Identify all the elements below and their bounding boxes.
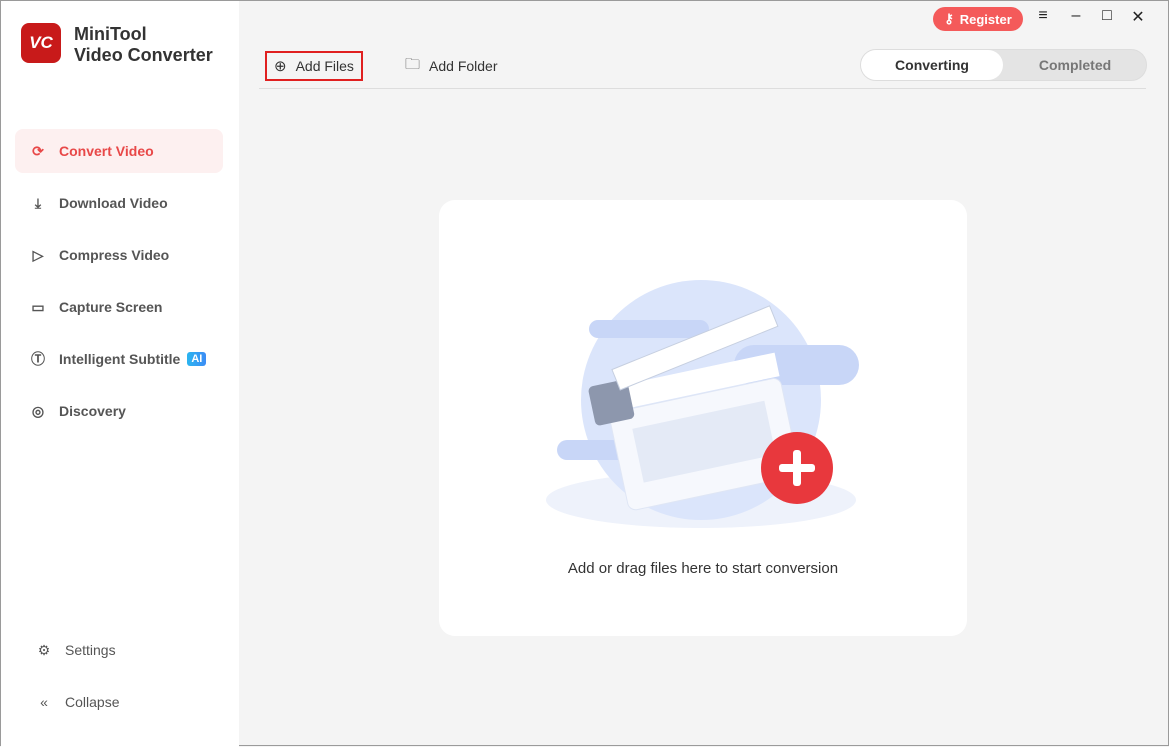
- app-name-line2: Video Converter: [74, 45, 213, 65]
- menu-icon[interactable]: ≡: [1033, 7, 1053, 25]
- plus-circle-icon: ⊕: [274, 58, 287, 75]
- register-button[interactable]: ⚷ Register: [933, 7, 1023, 31]
- sidebar-item-label: Compress Video: [59, 247, 170, 263]
- sidebar-item-download-video[interactable]: ⤓ Download Video: [15, 181, 223, 225]
- subtitle-icon: Ⓣ: [31, 351, 45, 367]
- clapperboard-illustration: [546, 280, 859, 528]
- tab-converting[interactable]: Converting: [861, 50, 1003, 80]
- chevrons-left-icon: «: [40, 694, 48, 710]
- tab-completed[interactable]: Completed: [1004, 50, 1146, 80]
- sidebar: VC MiniTool Video Converter ⟳ Convert Vide…: [1, 1, 239, 747]
- add-folder-label: Add Folder: [429, 58, 498, 74]
- register-label: Register: [959, 11, 1012, 27]
- add-files-label: Add Files: [295, 58, 354, 74]
- sidebar-item-label: Discovery: [59, 403, 126, 419]
- drop-zone[interactable]: Add or drag files here to start conversi…: [439, 200, 967, 636]
- ai-badge: AI: [187, 352, 207, 366]
- app-logo: VC: [21, 23, 61, 63]
- toolbar-divider: [259, 88, 1146, 89]
- sidebar-item-label: Download Video: [59, 195, 168, 211]
- gear-icon: ⚙: [37, 641, 51, 658]
- convert-icon: ⟳: [32, 142, 44, 159]
- camera-icon: ▭: [31, 298, 45, 315]
- sidebar-item-discovery[interactable]: ◎ Discovery: [15, 389, 223, 433]
- status-tabs: Converting Completed: [860, 49, 1147, 81]
- app-title: MiniTool Video Converter: [74, 24, 213, 66]
- settings-label: Settings: [65, 642, 116, 658]
- sidebar-item-convert-video[interactable]: ⟳ Convert Video: [15, 129, 223, 173]
- app-name-line1: MiniTool: [74, 24, 147, 44]
- collapse-button[interactable]: « Collapse: [21, 680, 229, 724]
- sidebar-item-label: Convert Video: [59, 143, 154, 159]
- compress-icon: ▷: [32, 246, 44, 263]
- drop-zone-hint: Add or drag files here to start conversi…: [567, 560, 839, 577]
- add-files-button[interactable]: ⊕ Add Files: [265, 51, 363, 81]
- sidebar-item-compress-video[interactable]: ▷ Compress Video: [15, 233, 223, 277]
- sidebar-item-intelligent-subtitle[interactable]: Ⓣ Intelligent Subtitle AI: [15, 337, 223, 381]
- settings-button[interactable]: ⚙ Settings: [21, 628, 229, 672]
- maximize-icon[interactable]: □: [1097, 7, 1117, 25]
- minimize-icon[interactable]: –: [1066, 7, 1086, 25]
- key-icon: ⚷: [944, 11, 954, 26]
- folder-plus-icon: 🗀: [405, 55, 421, 73]
- close-icon[interactable]: ✕: [1128, 7, 1148, 27]
- sidebar-item-label: Intelligent Subtitle: [59, 351, 181, 367]
- add-folder-button[interactable]: 🗀 Add Folder: [398, 51, 505, 81]
- compass-icon: ◎: [31, 402, 45, 419]
- collapse-label: Collapse: [65, 694, 120, 710]
- sidebar-item-capture-screen[interactable]: ▭ Capture Screen: [15, 285, 223, 329]
- sidebar-item-label: Capture Screen: [59, 299, 163, 315]
- download-icon: ⤓: [34, 194, 42, 211]
